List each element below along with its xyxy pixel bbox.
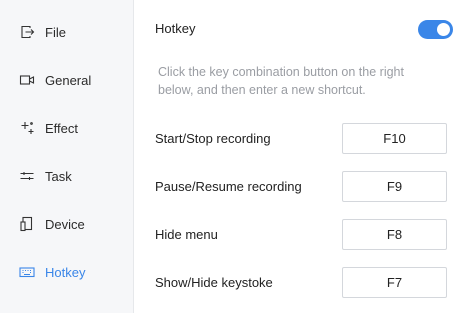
hide-menu-key-button[interactable]: F8 — [342, 219, 447, 250]
sidebar-item-hotkey[interactable]: Hotkey — [0, 257, 134, 287]
section-title: Hotkey — [155, 21, 196, 36]
device-icon — [19, 216, 35, 232]
file-export-icon — [19, 24, 35, 40]
toggle-knob — [437, 23, 450, 36]
hide-menu-label: Hide menu — [155, 227, 218, 242]
hotkey-settings-panel: Hotkey Click the key combination button … — [135, 0, 473, 313]
sidebar-item-label: Hotkey — [45, 265, 86, 280]
sidebar-item-label: Task — [45, 169, 72, 184]
sliders-icon — [19, 168, 35, 184]
sidebar-item-label: General — [45, 73, 92, 88]
start-stop-recording-key-button[interactable]: F10 — [342, 123, 447, 154]
keyboard-icon — [19, 264, 35, 280]
sidebar-item-task[interactable]: Task — [0, 161, 134, 191]
video-camera-icon — [19, 72, 35, 88]
sidebar-item-label: Device — [45, 217, 85, 232]
sidebar: File General Effect Task Device Hotkey — [0, 0, 134, 313]
start-stop-recording-label: Start/Stop recording — [155, 131, 271, 146]
sidebar-item-effect[interactable]: Effect — [0, 113, 134, 143]
sidebar-item-file[interactable]: File — [0, 17, 134, 47]
sparkle-icon — [19, 120, 35, 136]
sidebar-item-device[interactable]: Device — [0, 209, 134, 239]
show-hide-keystroke-key-button[interactable]: F7 — [342, 267, 447, 298]
pause-resume-recording-key-button[interactable]: F9 — [342, 171, 447, 202]
hotkey-description: Click the key combination button on the … — [158, 65, 404, 97]
sidebar-item-label: File — [45, 25, 66, 40]
sidebar-item-general[interactable]: General — [0, 65, 134, 95]
hotkey-enable-toggle[interactable] — [418, 20, 453, 39]
show-hide-keystroke-label: Show/Hide keystoke — [155, 275, 273, 290]
pause-resume-recording-label: Pause/Resume recording — [155, 179, 302, 194]
sidebar-item-label: Effect — [45, 121, 79, 136]
